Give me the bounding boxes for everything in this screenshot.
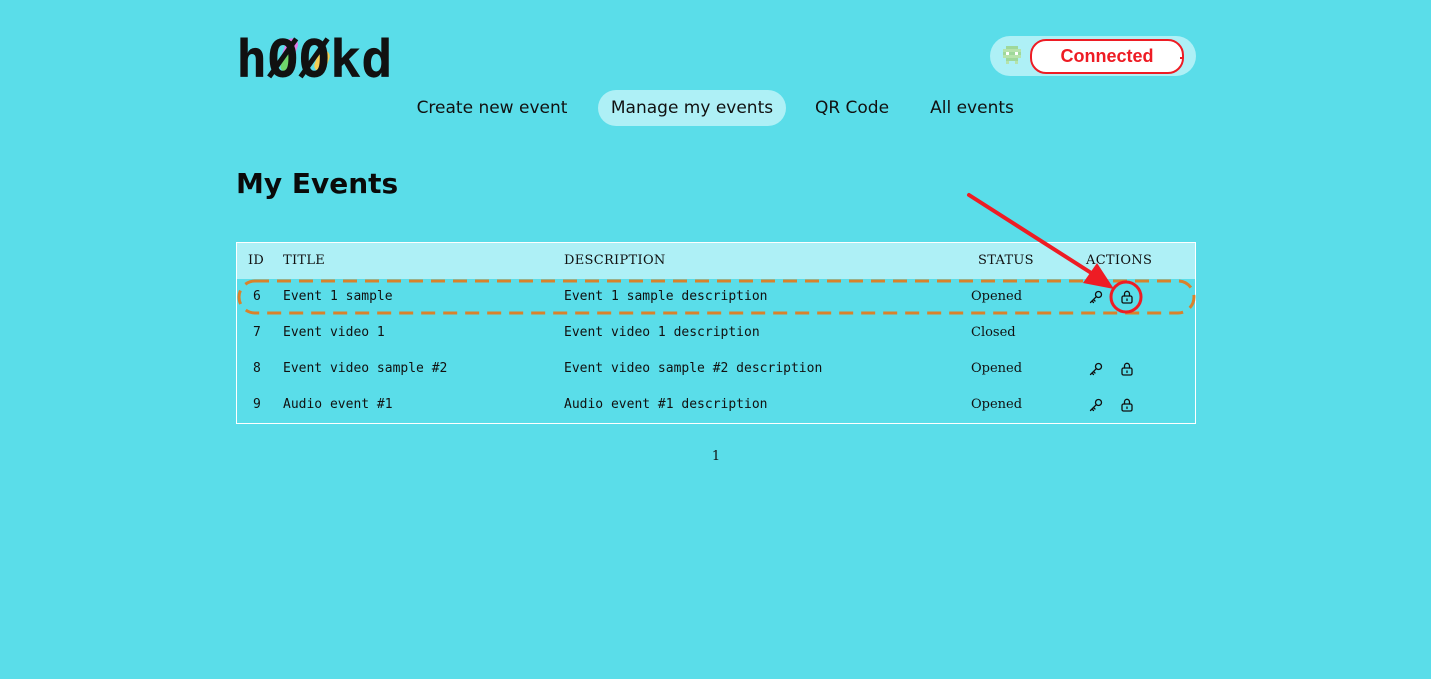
table-header: ID TITLE DESCRIPTION STATUS ACTIONS [237,243,1195,279]
row-status: Opened [971,397,1023,412]
lock-icon[interactable] [1119,397,1135,413]
row-id: 7 [253,325,261,340]
row-title: Event 1 sample [283,289,393,304]
nav-create-new-event[interactable]: Create new event [404,90,580,126]
lock-icon[interactable] [1119,289,1135,305]
page-title: My Events [236,167,399,200]
row-id: 9 [253,397,261,412]
table-row: 9 Audio event #1 Audio event #1 descript… [237,387,1195,423]
main-nav: Create new event Manage my events QR Cod… [0,90,1431,126]
nav-all-events[interactable]: All events [918,90,1026,126]
row-description: Event 1 sample description [564,289,768,304]
key-icon[interactable] [1088,361,1104,377]
wallet-tail [1180,57,1182,59]
lock-icon[interactable] [1119,361,1135,377]
pagination-page-1[interactable]: 1 [706,446,726,468]
row-description: Event video 1 description [564,325,760,340]
connected-button[interactable]: Connected [1030,39,1184,74]
table-row: 7 Event video 1 Event video 1 descriptio… [237,315,1195,351]
table-row: 8 Event video sample #2 Event video samp… [237,351,1195,387]
key-icon[interactable] [1088,397,1104,413]
nav-qr-code[interactable]: QR Code [806,90,898,126]
header-status: STATUS [978,253,1034,268]
row-status: Closed [971,325,1016,340]
row-title: Event video sample #2 [283,361,448,376]
row-title: Event video 1 [283,325,385,340]
row-status: Opened [971,289,1023,304]
logo-text: hØØkd [236,30,393,82]
events-table: ID TITLE DESCRIPTION STATUS ACTIONS 6 Ev… [236,242,1196,424]
header-actions: ACTIONS [1086,253,1153,268]
row-id: 6 [253,289,261,304]
row-id: 8 [253,361,261,376]
nav-manage-my-events[interactable]: Manage my events [598,90,786,126]
row-description: Event video sample #2 description [564,361,823,376]
key-icon[interactable] [1088,289,1104,305]
table-row: 6 Event 1 sample Event 1 sample descript… [237,279,1195,315]
hookd-logo[interactable]: hØØkd [236,28,398,82]
pixel-avatar-icon [1003,46,1021,64]
header-id: ID [248,253,265,268]
header-description: DESCRIPTION [564,253,666,268]
row-status: Opened [971,361,1023,376]
row-description: Audio event #1 description [564,397,768,412]
header-title: TITLE [283,253,326,268]
row-title: Audio event #1 [283,397,393,412]
